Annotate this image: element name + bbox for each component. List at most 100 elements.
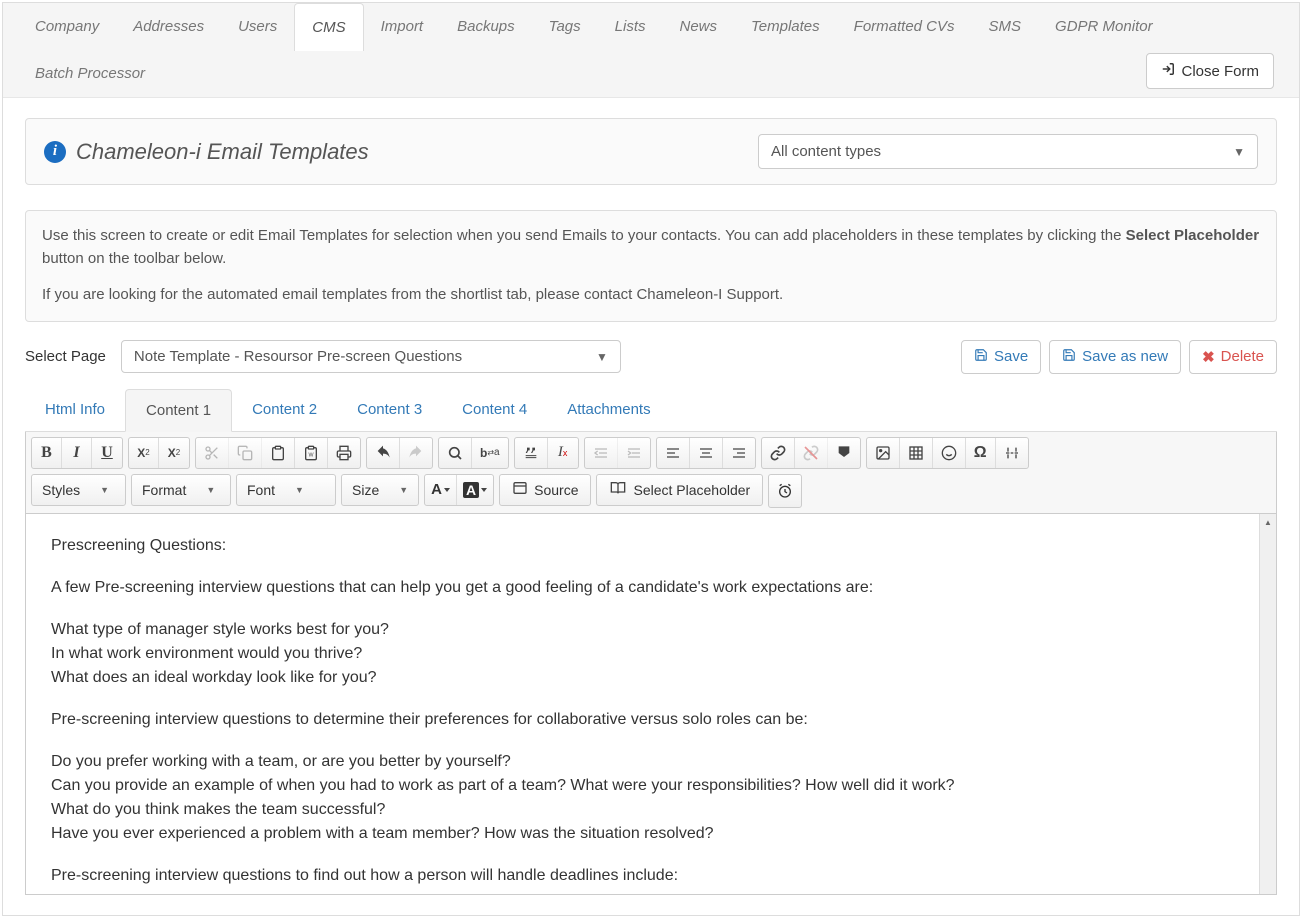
source-button[interactable]: Source bbox=[499, 474, 591, 506]
select-page-dropdown[interactable]: Note Template - Resoursor Pre-screen Que… bbox=[121, 340, 621, 373]
subscript-button[interactable]: X2 bbox=[129, 438, 159, 468]
bg-color-button[interactable]: A bbox=[457, 475, 493, 505]
source-icon bbox=[512, 480, 528, 499]
format-dropdown[interactable]: Format▼ bbox=[131, 474, 231, 506]
undo-button[interactable] bbox=[367, 438, 400, 468]
delete-label: Delete bbox=[1221, 348, 1264, 365]
chevron-down-icon: ▼ bbox=[596, 350, 608, 364]
outdent-button[interactable] bbox=[585, 438, 618, 468]
replace-button[interactable]: b⇄a bbox=[472, 438, 508, 468]
help-text-1c: button on the toolbar below. bbox=[42, 250, 226, 267]
source-label: Source bbox=[534, 482, 578, 498]
font-label: Font bbox=[247, 482, 275, 498]
help-text-2: If you are looking for the automated ema… bbox=[42, 284, 1260, 307]
save-button[interactable]: Save bbox=[961, 340, 1041, 374]
logout-icon bbox=[1161, 62, 1175, 80]
content-type-dropdown[interactable]: All content types ▼ bbox=[758, 134, 1258, 169]
nav-tab-tags[interactable]: Tags bbox=[532, 3, 598, 50]
page-break-button[interactable] bbox=[996, 438, 1028, 468]
page-title-text: Chameleon-i Email Templates bbox=[76, 139, 369, 165]
close-icon: ✖ bbox=[1202, 348, 1215, 366]
styles-dropdown[interactable]: Styles ▼ bbox=[31, 474, 126, 506]
table-button[interactable] bbox=[900, 438, 933, 468]
nav-tab-backups[interactable]: Backups bbox=[440, 3, 532, 50]
nav-tab-batch-processor[interactable]: Batch Processor bbox=[18, 50, 162, 97]
size-label: Size bbox=[352, 482, 379, 498]
paste-word-button[interactable]: W bbox=[295, 438, 328, 468]
info-icon: i bbox=[44, 141, 66, 163]
text-color-button[interactable]: A bbox=[425, 475, 457, 505]
italic-button[interactable]: I bbox=[62, 438, 92, 468]
nav-tab-sms[interactable]: SMS bbox=[972, 3, 1039, 50]
nav-tab-gdpr-monitor[interactable]: GDPR Monitor bbox=[1038, 3, 1170, 50]
superscript-button[interactable]: X2 bbox=[159, 438, 189, 468]
delete-button[interactable]: ✖ Delete bbox=[1189, 340, 1277, 374]
bold-button[interactable]: B bbox=[32, 438, 62, 468]
nav-tab-news[interactable]: News bbox=[662, 3, 734, 50]
tab-attachments[interactable]: Attachments bbox=[547, 389, 670, 431]
save-icon bbox=[1062, 348, 1076, 366]
close-form-button[interactable]: Close Form bbox=[1146, 53, 1274, 89]
align-right-button[interactable] bbox=[723, 438, 755, 468]
nav-tab-formatted-cvs[interactable]: Formatted CVs bbox=[837, 3, 972, 50]
editor-paragraph: Pre-screening interview questions to fin… bbox=[51, 864, 1251, 888]
anchor-button[interactable] bbox=[828, 438, 860, 468]
format-label: Format bbox=[142, 482, 186, 498]
chevron-down-icon: ▼ bbox=[1233, 145, 1245, 159]
save-label: Save bbox=[994, 348, 1028, 365]
blockquote-button[interactable] bbox=[515, 438, 548, 468]
scrollbar[interactable]: ▲ bbox=[1259, 514, 1276, 894]
tab-content-1[interactable]: Content 1 bbox=[125, 389, 232, 432]
editor-toolbar: B I U X2 X2 W bbox=[26, 432, 1276, 514]
editor-paragraph: A few Pre-screening interview questions … bbox=[51, 576, 1251, 600]
tab-content-2[interactable]: Content 2 bbox=[232, 389, 337, 431]
tab-content-3[interactable]: Content 3 bbox=[337, 389, 442, 431]
tab-html-info[interactable]: Html Info bbox=[25, 389, 125, 431]
find-button[interactable] bbox=[439, 438, 472, 468]
nav-tab-users[interactable]: Users bbox=[221, 3, 294, 50]
nav-tab-cms[interactable]: CMS bbox=[294, 3, 363, 51]
nav-tab-import[interactable]: Import bbox=[364, 3, 441, 50]
alarm-button[interactable] bbox=[769, 475, 801, 507]
remove-format-button[interactable]: Ix bbox=[548, 438, 578, 468]
select-placeholder-button[interactable]: Select Placeholder bbox=[596, 474, 763, 506]
editor-paragraph: Do you prefer working with a team, or ar… bbox=[51, 750, 1251, 846]
special-char-button[interactable]: Ω bbox=[966, 438, 996, 468]
size-dropdown[interactable]: Size▼ bbox=[341, 474, 419, 506]
cut-button[interactable] bbox=[196, 438, 229, 468]
nav-tab-addresses[interactable]: Addresses bbox=[116, 3, 221, 50]
emoji-button[interactable] bbox=[933, 438, 966, 468]
redo-button[interactable] bbox=[400, 438, 432, 468]
svg-text:W: W bbox=[308, 452, 314, 458]
book-icon bbox=[609, 480, 627, 499]
chevron-down-icon: ▼ bbox=[295, 485, 304, 495]
chevron-down-icon: ▼ bbox=[100, 485, 109, 495]
nav-tab-company[interactable]: Company bbox=[18, 3, 116, 50]
help-text-1b: Select Placeholder bbox=[1126, 227, 1259, 244]
paste-button[interactable] bbox=[262, 438, 295, 468]
tab-content-4[interactable]: Content 4 bbox=[442, 389, 547, 431]
link-button[interactable] bbox=[762, 438, 795, 468]
font-dropdown[interactable]: Font ▼ bbox=[236, 474, 336, 506]
copy-button[interactable] bbox=[229, 438, 262, 468]
help-text-1a: Use this screen to create or edit Email … bbox=[42, 227, 1126, 244]
select-page-label: Select Page bbox=[25, 348, 106, 365]
save-as-new-button[interactable]: Save as new bbox=[1049, 340, 1181, 374]
rich-text-editor: B I U X2 X2 W bbox=[25, 432, 1277, 895]
editor-content-area[interactable]: Prescreening Questions: A few Pre-screen… bbox=[26, 514, 1276, 894]
align-left-button[interactable] bbox=[657, 438, 690, 468]
unlink-button[interactable] bbox=[795, 438, 828, 468]
scroll-up-icon[interactable]: ▲ bbox=[1260, 514, 1276, 531]
align-center-button[interactable] bbox=[690, 438, 723, 468]
indent-button[interactable] bbox=[618, 438, 650, 468]
print-button[interactable] bbox=[328, 438, 360, 468]
close-form-label: Close Form bbox=[1181, 63, 1259, 80]
editor-tabs: Html Info Content 1 Content 2 Content 3 … bbox=[25, 389, 1277, 432]
select-placeholder-label: Select Placeholder bbox=[633, 482, 750, 498]
underline-button[interactable]: U bbox=[92, 438, 122, 468]
save-icon bbox=[974, 348, 988, 366]
nav-tab-templates[interactable]: Templates bbox=[734, 3, 837, 50]
nav-tab-lists[interactable]: Lists bbox=[598, 3, 663, 50]
styles-label: Styles bbox=[42, 482, 80, 498]
image-button[interactable] bbox=[867, 438, 900, 468]
